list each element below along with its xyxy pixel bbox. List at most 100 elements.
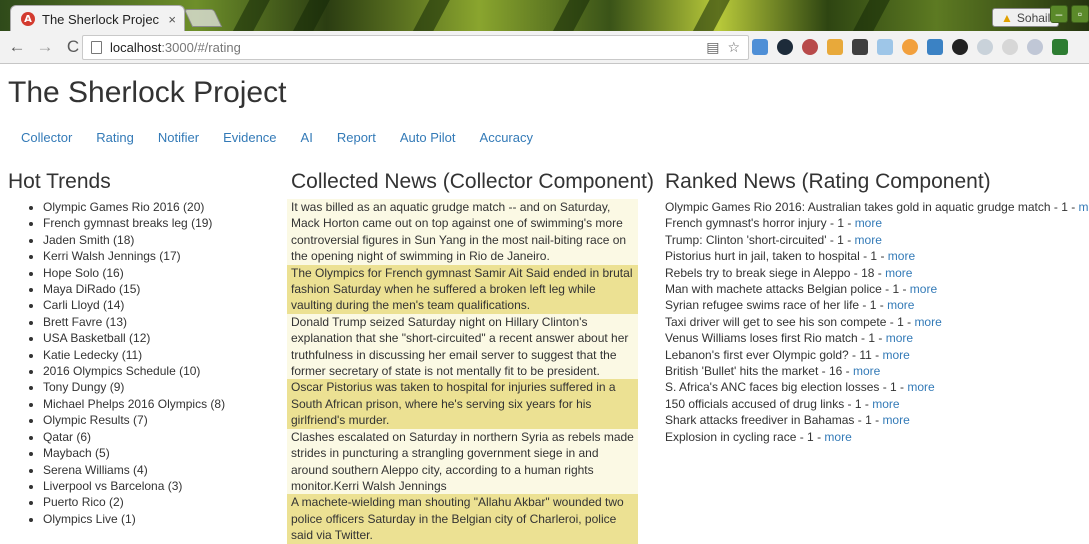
ranked-news-list: Olympic Games Rio 2016: Australian takes… [665,199,1089,445]
ranked-item-text: Man with machete attacks Belgian police … [665,282,910,297]
trend-item: Maybach (5) [43,445,225,461]
nav-link-collector[interactable]: Collector [21,130,72,145]
more-link[interactable]: more [885,266,912,280]
more-link[interactable]: more [855,216,882,230]
ranked-item-text: 150 officials accused of drug links - 1 … [665,396,873,411]
maximize-icon[interactable]: ▫ [1071,5,1089,23]
more-link[interactable]: more [853,364,880,378]
news-item: A machete-wielding man shouting "Allahu … [287,494,638,544]
extension-icon[interactable] [802,39,818,55]
ranked-item: Pistorius hurt in jail, taken to hospita… [665,248,1089,264]
url-path: :3000/#/rating [161,40,241,55]
warning-icon: ▲ [1001,10,1013,25]
more-link[interactable]: more [882,413,909,427]
forward-icon[interactable]: → [34,37,56,57]
more-link[interactable]: more [872,397,899,411]
nav-link-report[interactable]: Report [337,130,376,145]
trend-item: Olympic Games Rio 2016 (20) [43,199,225,215]
ranked-item: Shark attacks freediver in Bahamas - 1 -… [665,412,1089,428]
trend-item: Qatar (6) [43,429,225,445]
extension-icon[interactable] [1052,39,1068,55]
wallpaper-leaf [286,0,332,31]
nav-link-notifier[interactable]: Notifier [158,130,199,145]
tab-close-icon[interactable]: × [168,12,176,27]
news-item: The Olympics for French gymnast Samir Ai… [287,264,638,314]
ranked-item: Lebanon's first ever Olympic gold? - 11 … [665,347,1089,363]
ranked-item-text: Shark attacks freediver in Bahamas - 1 - [665,413,883,428]
trend-item: Brett Favre (13) [43,314,225,330]
trend-item: Tony Dungy (9) [43,379,225,395]
ranked-item: S. Africa's ANC faces big election losse… [665,379,1089,395]
extension-icon[interactable] [777,39,793,55]
extension-icon[interactable] [927,39,943,55]
tab-title: The Sherlock Projec [42,11,160,27]
nav-link-auto-pilot[interactable]: Auto Pilot [400,130,456,145]
browser-toolbar: ← → C localhost :3000/#/rating ▤ ☆ [0,31,1089,64]
ranked-item-text: French gymnast's horror injury - 1 - [665,216,855,231]
extension-icon[interactable] [977,39,993,55]
more-link[interactable]: more [907,380,934,394]
nav-link-rating[interactable]: Rating [96,130,134,145]
page-title: The Sherlock Project [8,76,287,109]
new-tab-button[interactable] [183,9,223,27]
ranked-item-text: Lebanon's first ever Olympic gold? - 11 … [665,347,883,362]
extension-icon[interactable] [877,39,893,55]
ranked-item-text: Trump: Clinton 'short-circuited' - 1 - [665,232,855,247]
more-link[interactable]: more [1079,200,1089,214]
ranked-item-text: Pistorius hurt in jail, taken to hospita… [665,249,888,264]
extension-icon[interactable] [952,39,968,55]
ranked-item-text: Syrian refugee swims race of her life - … [665,298,888,313]
ranked-item: Taxi driver will get to see his son comp… [665,314,1089,330]
more-link[interactable]: more [914,315,941,329]
extension-icon[interactable] [827,39,843,55]
news-item: Donald Trump seized Saturday night on Hi… [287,313,638,380]
wallpaper-leaf [546,0,592,31]
ranked-item-text: Venus Williams loses first Rio match - 1… [665,331,886,346]
extension-icon[interactable] [752,39,768,55]
trend-item: French gymnast breaks leg (19) [43,215,225,231]
more-link[interactable]: more [910,282,937,296]
extension-icon[interactable] [852,39,868,55]
more-link[interactable]: more [886,331,913,345]
nav-link-ai[interactable]: AI [301,130,313,145]
reload-icon[interactable]: C [62,37,84,57]
browser-tab[interactable]: A The Sherlock Projec × [10,5,185,31]
collected-news-heading: Collected News (Collector Component) [291,170,654,193]
more-link[interactable]: more [888,249,915,263]
ranked-item: Olympic Games Rio 2016: Australian takes… [665,199,1089,215]
extension-icon[interactable] [1002,39,1018,55]
back-icon[interactable]: ← [6,37,28,57]
extensions-bar [752,39,1068,55]
extension-icon[interactable] [1027,39,1043,55]
ranked-item: Explosion in cycling race - 1 - more [665,429,1089,445]
collected-news-list: It was billed as an aquatic grudge match… [287,199,638,544]
trend-item: Carli Lloyd (14) [43,297,225,313]
trend-item: 2016 Olympics Schedule (10) [43,363,225,379]
more-link[interactable]: more [855,233,882,247]
translate-icon[interactable]: ▤ [706,39,719,56]
bookmark-star-icon[interactable]: ☆ [727,39,740,56]
window-controls: – ▫ [1050,5,1089,23]
address-bar[interactable]: localhost :3000/#/rating ▤ ☆ [82,35,749,60]
trend-item: Olympic Results (7) [43,412,225,428]
app-favicon-icon: A [21,12,35,26]
more-link[interactable]: more [883,348,910,362]
ranked-item-text: British 'Bullet' hits the market - 16 - [665,364,853,379]
ranked-news-heading: Ranked News (Rating Component) [665,170,991,193]
more-link[interactable]: more [887,298,914,312]
wallpaper-leaf [686,0,732,31]
nav-link-evidence[interactable]: Evidence [223,130,276,145]
trend-item: Maya DiRado (15) [43,281,225,297]
minimize-icon[interactable]: – [1050,5,1068,23]
more-link[interactable]: more [824,430,851,444]
wallpaper-leaf [226,0,272,31]
ranked-item-text: Taxi driver will get to see his son comp… [665,314,915,329]
trend-item: Puerto Rico (2) [43,494,225,510]
nav-link-accuracy[interactable]: Accuracy [480,130,533,145]
ranked-item: French gymnast's horror injury - 1 - mor… [665,215,1089,231]
ranked-item: Venus Williams loses first Rio match - 1… [665,330,1089,346]
ranked-item: British 'Bullet' hits the market - 16 - … [665,363,1089,379]
news-item: Clashes escalated on Saturday in norther… [287,428,638,495]
extension-icon[interactable] [902,39,918,55]
trend-item: USA Basketball (12) [43,330,225,346]
